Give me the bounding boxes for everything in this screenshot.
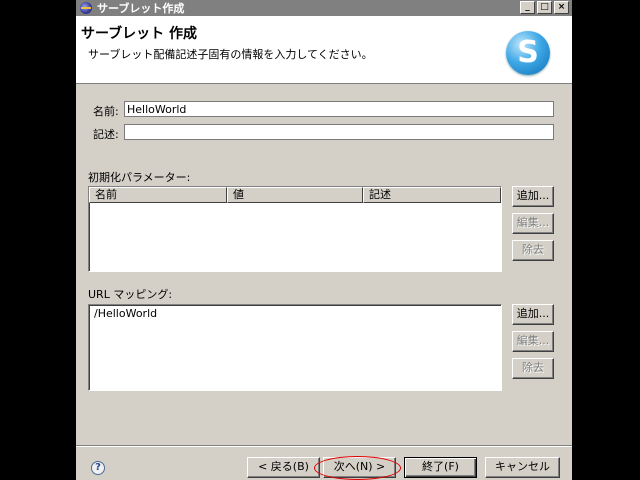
servlet-wizard-dialog: サーブレット作成 _ □ × サーブレット 作成 サーブレット配備記述子固有の情… [76,0,572,480]
list-item[interactable]: /HelloWorld [89,305,501,320]
maximize-button[interactable]: □ [537,1,552,14]
help-icon[interactable]: ? [91,461,105,475]
next-button-highlight-ring [314,456,401,480]
description-input[interactable] [124,124,554,140]
name-input[interactable]: HelloWorld [124,101,554,117]
close-button[interactable]: × [554,1,569,14]
table-header: 名前 値 記述 [89,187,501,203]
column-header-description[interactable]: 記述 [363,187,501,203]
title-bar[interactable]: サーブレット作成 _ □ × [76,0,572,16]
url-mappings-edit-button[interactable]: 編集... [512,331,554,352]
name-label: 名前: [93,105,119,118]
window-title: サーブレット作成 [97,2,185,15]
init-params-remove-button[interactable]: 除去 [512,240,554,261]
url-mappings-label: URL マッピング: [88,288,173,301]
page-description: サーブレット配備記述子固有の情報を入力してください。 [88,48,373,61]
description-label: 記述: [93,128,119,141]
finish-button[interactable]: 終了(F) [404,457,477,478]
url-mappings-list[interactable]: /HelloWorld [88,304,502,391]
minimize-button[interactable]: _ [520,1,535,14]
footer-separator [76,445,572,447]
column-header-value[interactable]: 値 [227,187,363,203]
init-params-label: 初期化パラメーター: [88,171,191,184]
column-header-name[interactable]: 名前 [89,187,227,203]
cancel-button[interactable]: キャンセル [485,457,560,478]
wizard-banner: サーブレット 作成 サーブレット配備記述子固有の情報を入力してください。 S [76,16,572,84]
init-params-table[interactable]: 名前 値 記述 [88,186,502,272]
eclipse-icon [80,2,92,14]
servlet-logo-icon: S [506,31,550,75]
url-mappings-remove-button[interactable]: 除去 [512,358,554,379]
url-mappings-add-button[interactable]: 追加... [512,304,554,325]
page-title: サーブレット 作成 [81,26,198,42]
back-button[interactable]: < 戻る(B) [247,457,320,478]
init-params-edit-button[interactable]: 編集... [512,213,554,234]
init-params-add-button[interactable]: 追加... [512,186,554,207]
